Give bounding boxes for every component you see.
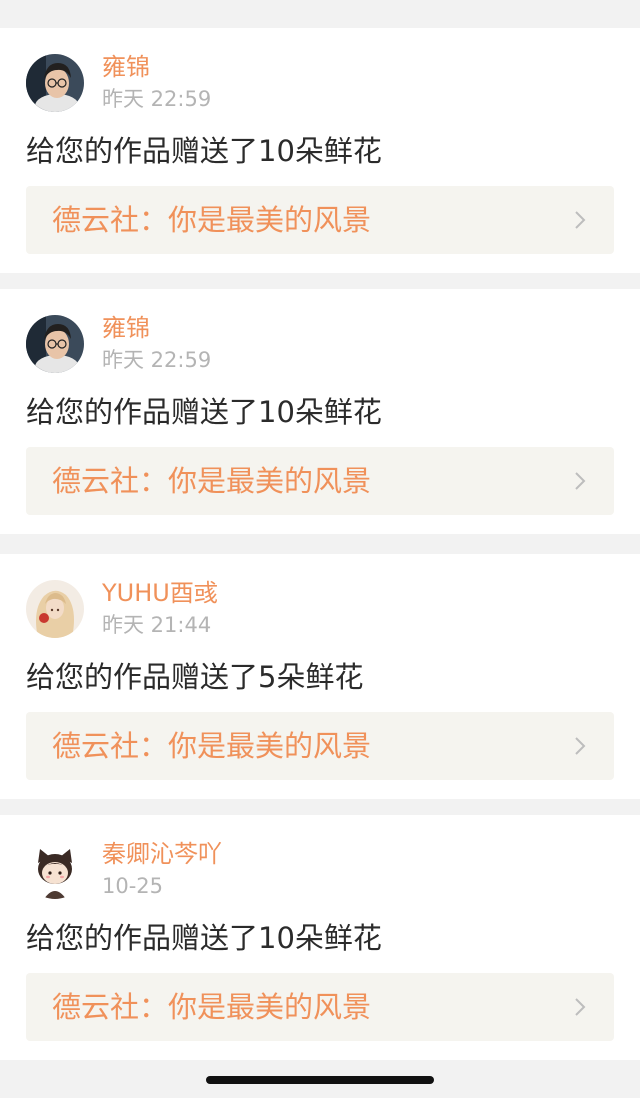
chevron-right-icon [575, 998, 586, 1016]
notification-card: 雍锦 昨天 22:59 给您的作品赠送了10朵鲜花 德云社：你是最美的风景 [0, 28, 640, 273]
work-link[interactable]: 德云社：你是最美的风景 [26, 186, 614, 254]
timestamp: 昨天 22:59 [102, 348, 212, 372]
username[interactable]: YUHU酉彧 [102, 578, 218, 608]
work-link[interactable]: 德云社：你是最美的风景 [26, 447, 614, 515]
avatar-glasses-man-icon[interactable] [26, 315, 84, 373]
avatar-glasses-man-icon[interactable] [26, 54, 84, 112]
timestamp: 10-25 [102, 874, 164, 898]
username[interactable]: 秦卿沁芩吖 [102, 839, 222, 869]
chevron-right-icon [575, 211, 586, 229]
username[interactable]: 雍锦 [102, 313, 150, 343]
work-title: 德云社：你是最美的风景 [52, 203, 372, 237]
work-link[interactable]: 德云社：你是最美的风景 [26, 712, 614, 780]
notification-card: YUHU酉彧 昨天 21:44 给您的作品赠送了5朵鲜花 德云社：你是最美的风景 [0, 554, 640, 799]
timestamp: 昨天 22:59 [102, 87, 212, 111]
work-link[interactable]: 德云社：你是最美的风景 [26, 973, 614, 1041]
avatar-cat-ear-girl-icon[interactable] [26, 841, 84, 899]
chevron-right-icon [575, 737, 586, 755]
avatar-blonde-girl-icon[interactable] [26, 580, 84, 638]
gift-message: 给您的作品赠送了10朵鲜花 [26, 134, 382, 168]
home-indicator[interactable] [206, 1076, 434, 1084]
gift-message: 给您的作品赠送了10朵鲜花 [26, 921, 382, 955]
notification-card: 雍锦 昨天 22:59 给您的作品赠送了10朵鲜花 德云社：你是最美的风景 [0, 289, 640, 534]
timestamp: 昨天 21:44 [102, 613, 212, 637]
gift-message: 给您的作品赠送了10朵鲜花 [26, 395, 382, 429]
work-title: 德云社：你是最美的风景 [52, 464, 372, 498]
chevron-right-icon [575, 472, 586, 490]
work-title: 德云社：你是最美的风景 [52, 729, 372, 763]
username[interactable]: 雍锦 [102, 52, 150, 82]
gift-message: 给您的作品赠送了5朵鲜花 [26, 660, 364, 694]
work-title: 德云社：你是最美的风景 [52, 990, 372, 1024]
notification-card: 秦卿沁芩吖 10-25 给您的作品赠送了10朵鲜花 德云社：你是最美的风景 [0, 815, 640, 1060]
